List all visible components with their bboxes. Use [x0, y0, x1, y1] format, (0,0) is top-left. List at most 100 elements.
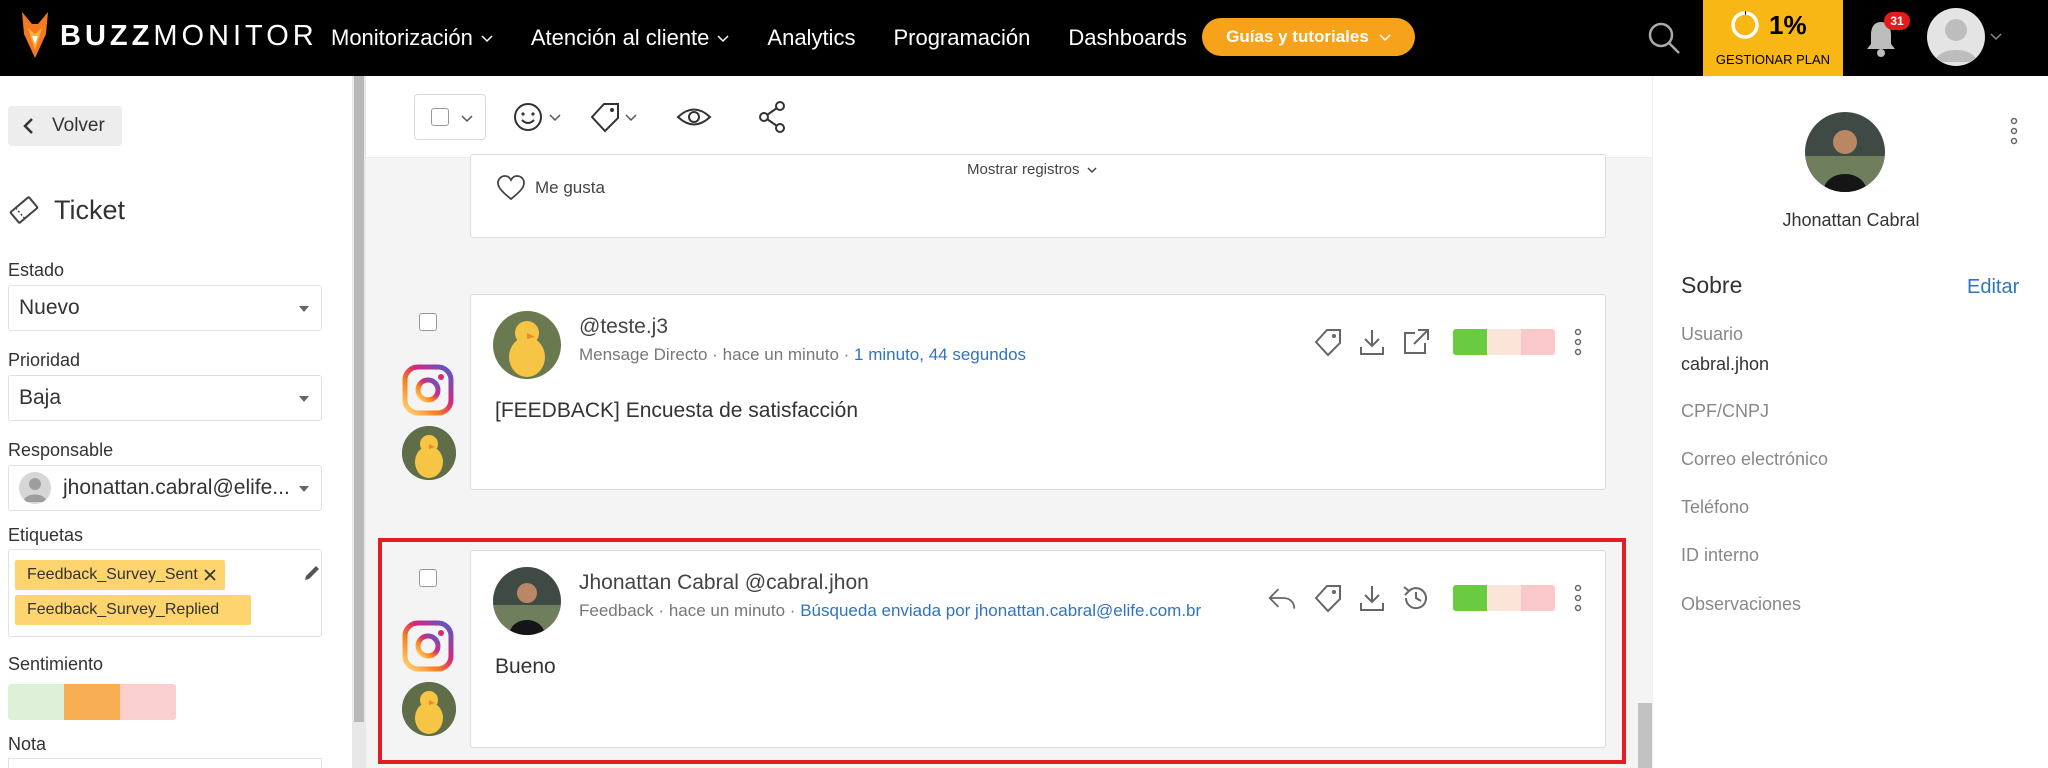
nav-atencion-cliente[interactable]: Atención al cliente	[531, 25, 730, 51]
estado-value: Nuevo	[19, 296, 80, 319]
post-card[interactable]: @teste.j3 Mensage Directo · hace un minu…	[470, 294, 1606, 490]
sentiment-negative[interactable]	[120, 684, 176, 720]
main-nav: Monitorización Atención al cliente Analy…	[331, 0, 1187, 76]
close-icon[interactable]	[203, 568, 217, 582]
estado-label: Estado	[8, 260, 65, 280]
tag-label: Feedback_Survey_Replied	[27, 601, 220, 618]
chick-image	[402, 426, 456, 480]
checkbox-icon[interactable]	[431, 108, 449, 126]
nav-dashboards[interactable]: Dashboards	[1068, 25, 1187, 51]
back-button[interactable]: Volver	[8, 106, 122, 146]
like-label: Me gusta	[535, 178, 605, 197]
select-all-dropdown[interactable]	[414, 94, 486, 140]
more-vertical-icon[interactable]	[1573, 327, 1583, 357]
email-label: Correo electrónico	[1681, 449, 1829, 469]
post-time: hace un minuto	[722, 345, 839, 364]
buzzmonitor-logo[interactable]: BUZZMONITOR	[18, 10, 318, 60]
previous-post-card: Mostrar registros Me gusta	[470, 154, 1606, 238]
tag-label: Feedback_Survey_Sent	[27, 566, 198, 583]
user-silhouette-icon	[1935, 19, 1977, 62]
feed-scrollbar-thumb[interactable]	[1638, 703, 1652, 768]
search-icon[interactable]	[1646, 20, 1682, 56]
feed-toolbar	[366, 76, 1652, 158]
etiquetas-label: Etiquetas	[8, 525, 84, 545]
cpf-label: CPF/CNPJ	[1681, 401, 1770, 421]
author-name[interactable]: @teste.j3	[579, 315, 668, 339]
about-heading: Sobre	[1681, 272, 1743, 298]
instagram-icon	[402, 364, 454, 416]
nota-field[interactable]	[8, 758, 322, 768]
share-icon[interactable]	[758, 100, 788, 134]
response-time: 1 minuto, 44 segundos	[854, 345, 1027, 364]
nav-label: Atención al cliente	[530, 25, 710, 50]
sentiment-selector[interactable]	[8, 684, 176, 720]
guides-tutorials-button[interactable]: Guías y tutoriales	[1202, 18, 1415, 56]
nav-programacion[interactable]: Programación	[893, 25, 1030, 51]
tag-icon[interactable]	[1313, 327, 1343, 357]
tag-icon[interactable]	[588, 100, 644, 134]
chevron-down-icon	[481, 35, 493, 43]
responsable-value: jhonattan.cabral@elife...	[63, 476, 290, 499]
nota-label: Nota	[8, 734, 47, 754]
caret-down-icon	[299, 396, 309, 402]
sentiment-negative[interactable]	[1521, 329, 1555, 355]
logo-text: BUZZMONITOR	[60, 19, 318, 52]
sentiment-positive[interactable]	[1453, 329, 1487, 355]
scrollbar-thumb[interactable]	[354, 76, 364, 722]
plan-usage-ring-icon	[1731, 11, 1759, 39]
download-icon[interactable]	[1357, 327, 1387, 357]
tag-chip[interactable]: Feedback_Survey_Replied	[15, 595, 251, 625]
chevron-down-icon	[1087, 166, 1097, 173]
more-vertical-icon[interactable]	[2009, 116, 2019, 146]
person-photo	[1805, 112, 1885, 192]
observations-label: Observaciones	[1681, 594, 1802, 614]
responsable-select[interactable]: jhonattan.cabral@elife...	[8, 465, 322, 511]
sentiment-neutral[interactable]	[64, 684, 120, 720]
ticket-panel: Volver Ticket Estado Nuevo Prioridad Baj…	[0, 76, 352, 768]
tags-box: Feedback_Survey_Sent Feedback_Survey_Rep…	[8, 549, 322, 637]
post-meta: Mensage Directo · hace un minuto · 1 min…	[579, 345, 1026, 365]
notification-badge: 31	[1884, 12, 1910, 30]
separator: ·	[712, 345, 718, 364]
usuario-value: cabral.jhon	[1681, 354, 1770, 374]
user-avatar[interactable]	[1927, 8, 1985, 66]
tag-chip[interactable]: Feedback_Survey_Sent	[15, 560, 225, 590]
plan-usage-percent: 1%	[1769, 10, 1807, 40]
separator: ·	[843, 345, 850, 364]
nav-label: Programación	[893, 25, 1031, 50]
pencil-icon[interactable]	[301, 562, 323, 584]
ticket-title: Ticket	[8, 194, 125, 226]
chevron-down-icon[interactable]	[1990, 30, 2002, 42]
post-checkbox[interactable]	[419, 313, 437, 331]
eye-icon[interactable]	[676, 100, 712, 134]
sentiment-positive[interactable]	[8, 684, 64, 720]
estado-select[interactable]: Nuevo	[8, 285, 322, 331]
prioridad-select[interactable]: Baja	[8, 375, 322, 421]
external-link-icon[interactable]	[1401, 327, 1431, 357]
show-records-link[interactable]: Mostrar registros	[967, 161, 1098, 178]
nav-label: Monitorización	[331, 25, 473, 50]
nav-analytics[interactable]: Analytics	[767, 25, 855, 51]
caret-down-icon	[299, 306, 309, 312]
emoji-icon[interactable]	[512, 100, 568, 134]
post-text: [FEEDBACK] Encuesta de satisfacción	[495, 399, 858, 422]
caret-down-icon	[299, 486, 309, 492]
like-button[interactable]: Me gusta	[497, 175, 605, 201]
fox-logo-icon	[22, 12, 48, 58]
ticket-title-label: Ticket	[54, 194, 126, 225]
guides-label: Guías y tutoriales	[1226, 27, 1369, 46]
nav-label: Analytics	[767, 25, 856, 50]
author-avatar[interactable]	[493, 311, 561, 379]
post-type: Mensage Directo	[579, 345, 708, 364]
chevron-left-icon	[23, 118, 33, 134]
sentiment-bar[interactable]	[1453, 329, 1555, 355]
left-scrollbar[interactable]	[352, 76, 366, 768]
edit-link[interactable]: Editar	[1967, 276, 2019, 299]
user-silhouette-icon	[23, 478, 47, 502]
internal-id-label: ID interno	[1681, 545, 1760, 565]
selected-post-highlight	[378, 538, 1626, 764]
nav-monitorizacion[interactable]: Monitorización	[331, 25, 493, 51]
ticket-icon	[9, 196, 39, 224]
sentiment-neutral[interactable]	[1487, 329, 1521, 355]
profile-name: Jhonattan Cabral	[1782, 210, 1920, 230]
